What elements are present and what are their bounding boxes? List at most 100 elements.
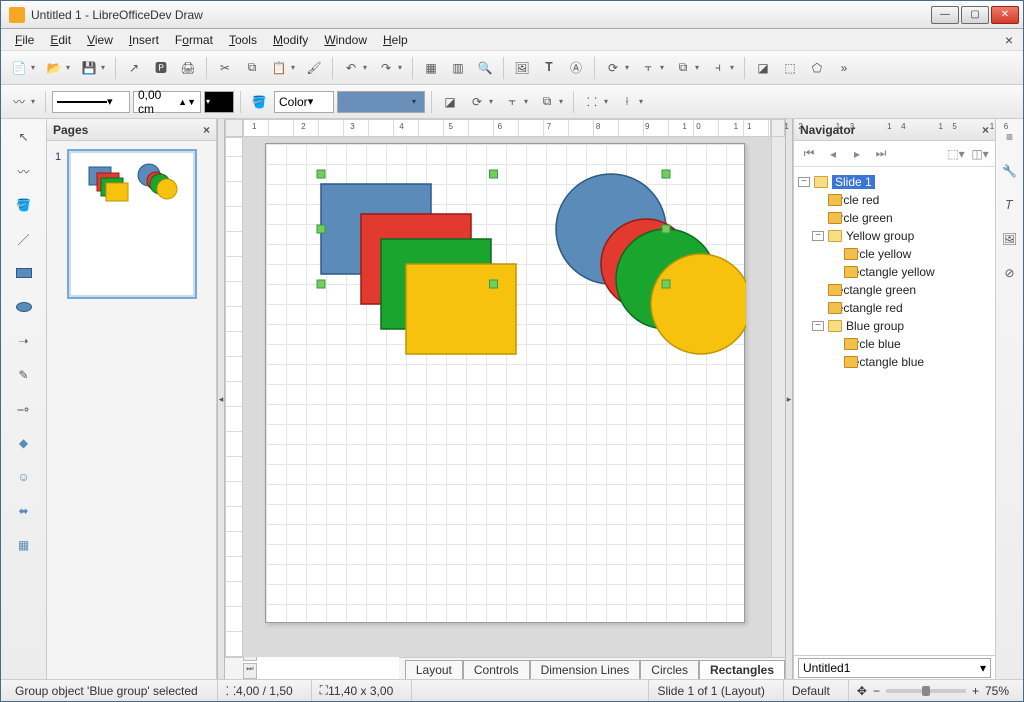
vertical-scrollbar[interactable] [771,137,785,657]
menu-insert[interactable]: Insert [121,31,167,49]
layer-tab-rectangles[interactable]: Rectangles [699,660,785,679]
menu-file[interactable]: File [7,31,42,49]
tab-last-button[interactable]: ⏭ [243,663,257,679]
flowchart-tool[interactable]: ▦ [10,533,38,557]
copy-button[interactable]: ⧉ [240,56,264,80]
guides-button[interactable]: ▥ [446,56,470,80]
snap-button[interactable]: ⟊ [615,90,639,114]
pages-collapse-handle[interactable]: ◂ [217,119,225,679]
format-paint-button[interactable]: 🖌 [302,56,326,80]
ellipse-tool[interactable] [10,295,38,319]
nav-first-icon[interactable]: ⏮ [800,146,818,161]
distribute-dropdown[interactable]: ▾ [730,63,738,72]
line-width-field[interactable]: 0,00 cm▲▼ [133,91,201,113]
select-tool[interactable]: ↖ [10,125,38,149]
menu-tools[interactable]: Tools [221,31,265,49]
redo-button[interactable]: ↷ [374,56,398,80]
zoom-out-icon[interactable]: − [873,684,880,698]
circle-yellow[interactable] [651,254,746,354]
text-button[interactable]: 𝐓 [537,56,561,80]
print-button[interactable]: 🖨 [176,56,200,80]
navigator-tree[interactable]: −Slide 1 Circle red Circle green −Yellow… [794,167,995,655]
cut-button[interactable]: ✂ [213,56,237,80]
line-style-button[interactable]: 〰 [7,90,31,114]
doc-close-icon[interactable]: × [1001,32,1017,48]
symbol-tool[interactable]: ☺ [10,465,38,489]
pdf-button[interactable]: 🅿 [149,56,173,80]
shadow-button[interactable]: ◪ [751,56,775,80]
open-button[interactable]: 📂 [42,56,66,80]
navigator-doc-select[interactable]: Untitled1▾ [798,658,991,678]
sidebar-gallery-icon[interactable]: 🖼 [998,227,1022,251]
tree-blue-group[interactable]: Blue group [846,319,904,333]
paste-button[interactable]: 📋 [267,56,291,80]
zoom-slider[interactable] [886,689,966,693]
arrange2-dropdown[interactable]: ▾ [559,97,567,106]
open-dropdown[interactable]: ▾ [66,63,74,72]
line-pattern-select[interactable]: ▾ [52,91,130,113]
basic-shapes-tool[interactable]: ◆ [10,431,38,455]
line-color-tool[interactable]: 〰 [10,159,38,183]
align2-button[interactable]: ⫟ [500,90,524,114]
drawing-stage[interactable] [243,137,771,657]
rotate-button[interactable]: ⟳ [601,56,625,80]
zoom-fit-icon[interactable]: ✥ [857,684,867,698]
nav-shapes-icon[interactable]: ◫▾ [971,147,989,161]
grid-dots-dropdown[interactable]: ▾ [604,97,612,106]
rotate-dropdown[interactable]: ▾ [625,63,633,72]
effects-dropdown[interactable]: ▾ [489,97,497,106]
polygon-button[interactable]: ⬠ [805,56,829,80]
nav-last-icon[interactable]: ⏭ [872,146,890,161]
tree-slide-1[interactable]: Slide 1 [832,175,875,189]
vertical-ruler[interactable] [225,137,243,657]
menu-modify[interactable]: Modify [265,31,316,49]
new-dropdown[interactable]: ▾ [31,63,39,72]
new-button[interactable]: 📄 [7,56,31,80]
sidebar-styles-icon[interactable]: 𝑇 [998,193,1022,217]
layer-tab-dimension[interactable]: Dimension Lines [530,660,641,679]
layer-tab-controls[interactable]: Controls [463,660,530,679]
pages-close-icon[interactable]: × [203,123,210,137]
save-dropdown[interactable]: ▾ [101,63,109,72]
fill-mode-select[interactable]: Color ▾ [274,91,334,113]
tree-yellow-group[interactable]: Yellow group [846,229,914,243]
nav-next-icon[interactable]: ▸ [848,147,866,161]
page-surface[interactable] [265,143,745,623]
layer-tab-circles[interactable]: Circles [640,660,699,679]
export-button[interactable]: ↗ [122,56,146,80]
shadow2-button[interactable]: ◪ [438,90,462,114]
arrange-dropdown[interactable]: ▾ [695,63,703,72]
navigator-collapse-handle[interactable]: ▸ [785,119,793,679]
align-dropdown[interactable]: ▾ [660,63,668,72]
fill-color-button[interactable]: ▾ [337,91,425,113]
status-style[interactable]: Default [783,680,838,701]
menu-edit[interactable]: Edit [42,31,79,49]
tree-toggle-blue[interactable]: − [812,321,824,331]
tree-toggle-yellow[interactable]: − [812,231,824,241]
line-color-button[interactable]: ▾ [204,91,234,113]
bucket-button[interactable]: 🪣 [247,90,271,114]
nav-prev-icon[interactable]: ◂ [824,147,842,161]
menu-view[interactable]: View [79,31,121,49]
zoom-in-icon[interactable]: + [972,684,979,698]
block-arrow-tool[interactable]: ⬌ [10,499,38,523]
grid-button[interactable]: ▦ [419,56,443,80]
sidebar-navigator-icon[interactable]: ⊘ [998,261,1022,285]
arrow-tool[interactable]: ➝ [10,329,38,353]
grid-dots-button[interactable]: ⸬ [580,90,604,114]
rectangle-yellow[interactable] [406,264,516,354]
more-button[interactable]: » [832,56,856,80]
curve-tool[interactable]: ✎ [10,363,38,387]
align2-dropdown[interactable]: ▾ [524,97,532,106]
menu-window[interactable]: Window [316,31,375,49]
close-button[interactable]: ✕ [991,6,1019,24]
line-tool[interactable]: ／ [10,227,38,251]
image-button[interactable]: 🖼 [510,56,534,80]
distribute-button[interactable]: ⫞ [706,56,730,80]
menu-help[interactable]: Help [375,31,416,49]
zoom-value[interactable]: 75% [985,684,1009,698]
fontwork-button[interactable]: Ⓐ [564,56,588,80]
crop-button[interactable]: ⬚ [778,56,802,80]
page-thumbnail-1[interactable]: 1 [67,149,197,299]
horizontal-ruler[interactable] [243,119,771,137]
